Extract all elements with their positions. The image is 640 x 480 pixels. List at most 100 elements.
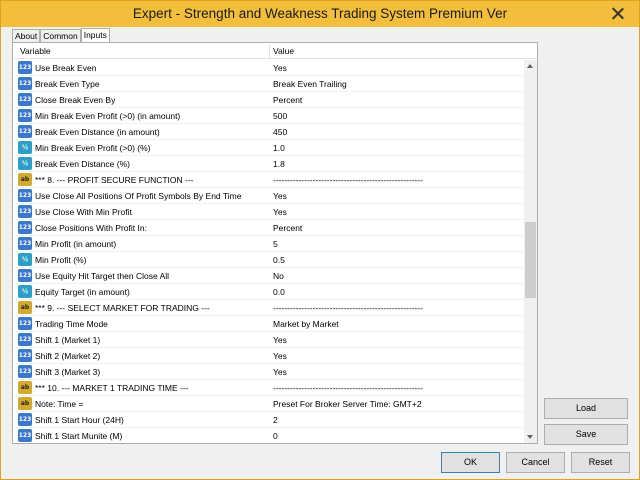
row-value-cell[interactable]: Preset For Broker Server Time: GMT+2 [273,399,422,409]
table-row[interactable]: ½ Equity Target (in amount) 0.0 [14,284,524,300]
column-header-variable[interactable]: Variable [20,46,51,56]
row-variable-name: *** 8. --- PROFIT SECURE FUNCTION --- [35,175,194,185]
scroll-up-arrow-icon[interactable] [524,60,537,73]
table-row[interactable]: 123 Shift 1 Start Munite (M) 0 [14,428,524,443]
integer-type-icon: 123 [18,413,32,426]
table-row[interactable]: ½ Min Profit (%) 0.5 [14,252,524,268]
row-value-cell[interactable]: 5 [273,239,278,249]
integer-type-icon: 123 [18,77,32,90]
row-value-cell[interactable]: 1.0 [273,143,285,153]
row-variable-name: Break Even Type [35,79,100,89]
table-row[interactable]: 123 Use Close With Min Profit Yes [14,204,524,220]
integer-type-icon: 123 [18,349,32,362]
row-value-cell[interactable]: Market by Market [273,319,339,329]
table-row[interactable]: 123 Min Break Even Profit (>0) (in amount… [14,108,524,124]
integer-type-icon: 123 [18,109,32,122]
table-row[interactable]: 123 Use Equity Hit Target then Close All N… [14,268,524,284]
row-variable-name: Min Break Even Profit (>0) (in amount) [35,111,181,121]
table-row[interactable]: 123 Use Close All Positions Of Profit Sym… [14,188,524,204]
row-value-cell[interactable]: 450 [273,127,287,137]
table-row[interactable]: ab *** 8. --- PROFIT SECURE FUNCTION --- -… [14,172,524,188]
inputs-table: 123 Use Break Even Yes 123 Break Even Type Br… [14,60,524,443]
integer-type-icon: 123 [18,205,32,218]
row-value-cell[interactable]: No [273,271,284,281]
row-variable-name: Use Close With Min Profit [35,207,132,217]
row-value-cell[interactable]: 1.8 [273,159,285,169]
integer-type-icon: 123 [18,125,32,138]
table-row[interactable]: 123 Shift 3 (Market 3) Yes [14,364,524,380]
string-type-icon: ab [18,381,32,394]
row-value-cell[interactable]: ----------------------------------------… [273,383,423,393]
row-variable-name: Close Positions With Profit In: [35,223,147,233]
tab-inputs[interactable]: Inputs [80,28,110,43]
row-variable-name: Min Profit (in amount) [35,239,117,249]
row-variable-name: *** 9. --- SELECT MARKET FOR TRADING --- [35,303,210,313]
row-variable-name: Note: Time = [35,399,84,409]
table-row[interactable]: 123 Break Even Distance (in amount) 450 [14,124,524,140]
table-row[interactable]: ½ Break Even Distance (%) 1.8 [14,156,524,172]
row-variable-name: Min Profit (%) [35,255,87,265]
tab-about[interactable]: About [12,29,41,42]
double-type-icon: ½ [18,285,32,298]
tab-common[interactable]: Common [40,29,81,42]
table-row[interactable]: ab *** 10. --- MARKET 1 TRADING TIME --- -… [14,380,524,396]
row-value-cell[interactable]: ----------------------------------------… [273,175,423,185]
table-row[interactable]: 123 Min Profit (in amount) 5 [14,236,524,252]
title-bar[interactable]: Expert - Strength and Weakness Trading S… [1,1,639,27]
integer-type-icon: 123 [18,317,32,330]
row-value-cell[interactable]: Break Even Trailing [273,79,347,89]
load-button[interactable]: Load [544,398,628,419]
row-value-cell[interactable]: 0.0 [273,287,285,297]
row-value-cell[interactable]: Yes [273,367,287,377]
column-divider[interactable] [269,44,270,59]
table-row[interactable]: 123 Close Break Even By Percent [14,92,524,108]
table-row[interactable]: 123 Break Even Type Break Even Trailing [14,76,524,92]
integer-type-icon: 123 [18,429,32,442]
cancel-button[interactable]: Cancel [506,452,565,473]
row-variable-name: Break Even Distance (%) [35,159,130,169]
table-row[interactable]: ab Note: Time = Preset For Broker Server T… [14,396,524,412]
integer-type-icon: 123 [18,93,32,106]
row-value-cell[interactable]: 500 [273,111,287,121]
row-variable-name: *** 10. --- MARKET 1 TRADING TIME --- [35,383,189,393]
string-type-icon: ab [18,397,32,410]
row-variable-name: Use Break Even [35,63,97,73]
integer-type-icon: 123 [18,365,32,378]
row-value-cell[interactable]: Percent [273,95,302,105]
ok-button[interactable]: OK [441,452,500,473]
table-row[interactable]: 123 Close Positions With Profit In: Percen… [14,220,524,236]
row-variable-name: Equity Target (in amount) [35,287,130,297]
row-value-cell[interactable]: Yes [273,335,287,345]
scroll-down-arrow-icon[interactable] [524,430,537,443]
table-row[interactable]: 123 Trading Time Mode Market by Market [14,316,524,332]
row-variable-name: Shift 2 (Market 2) [35,351,101,361]
table-row[interactable]: ½ Min Break Even Profit (>0) (%) 1.0 [14,140,524,156]
double-type-icon: ½ [18,157,32,170]
save-button[interactable]: Save [544,424,628,445]
row-value-cell[interactable]: Yes [273,207,287,217]
vertical-scrollbar[interactable] [524,60,537,443]
close-icon[interactable] [609,5,627,23]
table-row[interactable]: 123 Shift 2 (Market 2) Yes [14,348,524,364]
table-row[interactable]: ab *** 9. --- SELECT MARKET FOR TRADING -… [14,300,524,316]
scrollbar-thumb[interactable] [525,222,536,298]
table-row[interactable]: 123 Shift 1 (Market 1) Yes [14,332,524,348]
table-row[interactable]: 123 Shift 1 Start Hour (24H) 2 [14,412,524,428]
table-row[interactable]: 123 Use Break Even Yes [14,60,524,76]
row-value-cell[interactable]: ----------------------------------------… [273,303,423,313]
reset-button[interactable]: Reset [571,452,630,473]
row-variable-name: Shift 1 Start Munite (M) [35,431,123,441]
row-value-cell[interactable]: Yes [273,351,287,361]
column-header-value[interactable]: Value [273,46,294,56]
row-value-cell[interactable]: 0.5 [273,255,285,265]
row-value-cell[interactable]: Yes [273,191,287,201]
row-value-cell[interactable]: Percent [273,223,302,233]
integer-type-icon: 123 [18,61,32,74]
row-variable-name: Trading Time Mode [35,319,108,329]
window-title: Expert - Strength and Weakness Trading S… [132,6,508,21]
row-value-cell[interactable]: 2 [273,415,278,425]
integer-type-icon: 123 [18,221,32,234]
row-value-cell[interactable]: Yes [273,63,287,73]
row-value-cell[interactable]: 0 [273,431,278,441]
double-type-icon: ½ [18,141,32,154]
